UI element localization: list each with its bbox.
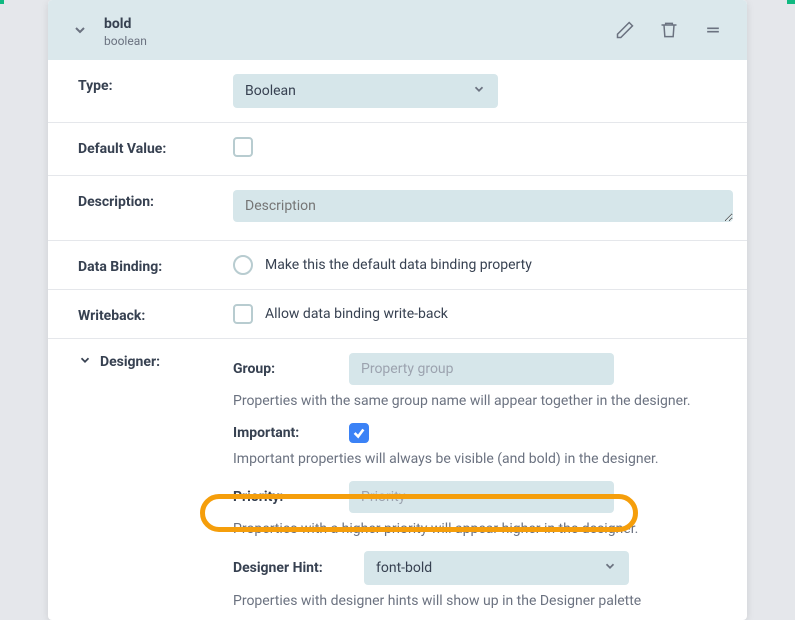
important-help: Important properties will always be visi… [233,451,717,467]
description-row: Description: [48,176,747,241]
data-binding-label: Data Binding: [78,255,213,275]
priority-help: Properties with a higher priority will a… [233,521,717,537]
designer-hint-help: Properties with designer hints will show… [233,593,717,609]
group-input[interactable]: Property group [349,353,614,385]
priority-label: Priority: [233,489,333,505]
group-row: Group: Property group [233,353,717,385]
property-name: bold [104,16,603,32]
designer-hint-select[interactable]: font-bold [364,551,629,585]
important-checkbox[interactable] [349,423,369,443]
default-value-label: Default Value: [78,137,213,157]
panel-header: bold boolean [48,0,747,60]
panel-body: Type: Boolean Default Value: Description… [48,60,747,620]
designer-section: Designer: Group: Property group Properti… [48,339,747,620]
designer-hint-label: Designer Hint: [233,560,348,576]
drag-handle-icon[interactable] [703,20,723,44]
writeback-label: Writeback: [78,304,213,324]
description-label: Description: [78,190,213,210]
chevron-down-icon [472,82,486,100]
writeback-option-label: Allow data binding write-back [265,306,448,322]
type-label: Type: [78,74,213,94]
data-binding-row: Data Binding: Make this the default data… [48,241,747,290]
designer-label: Designer: [100,354,160,370]
data-binding-radio[interactable] [233,255,253,275]
default-value-checkbox[interactable] [233,137,253,157]
type-row: Type: Boolean [48,60,747,123]
writeback-checkbox[interactable] [233,304,253,324]
property-editor-panel: bold boolean Type: Boolean [48,0,747,620]
group-help: Properties with the same group name will… [233,393,717,409]
property-type-subtitle: boolean [104,34,603,48]
writeback-row: Writeback: Allow data binding write-back [48,290,747,339]
header-title-block: bold boolean [104,16,603,48]
designer-content: Group: Property group Properties with th… [233,353,717,620]
designer-collapse-icon[interactable] [78,353,92,371]
important-row: Important: [233,423,717,443]
data-binding-option-label: Make this the default data binding prope… [265,257,532,273]
designer-hint-value: font-bold [376,560,432,576]
header-actions [615,20,723,44]
type-select-value: Boolean [245,83,296,99]
description-input[interactable] [233,190,733,222]
default-value-row: Default Value: [48,123,747,176]
priority-row: Priority: Priority [233,481,717,513]
designer-hint-row: Designer Hint: font-bold [233,551,717,585]
priority-input[interactable]: Priority [349,481,614,513]
important-label: Important: [233,425,333,441]
edit-icon[interactable] [615,20,635,44]
type-select[interactable]: Boolean [233,74,498,108]
delete-icon[interactable] [659,20,679,44]
collapse-icon[interactable] [72,22,88,42]
chevron-down-icon [603,559,617,577]
group-label: Group: [233,361,333,377]
